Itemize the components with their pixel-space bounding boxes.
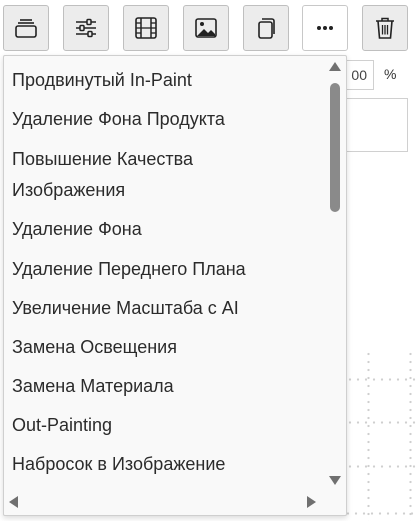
- image-icon: [195, 18, 217, 38]
- menu-item-ai-upscale[interactable]: Увеличение Масштаба с AI: [12, 293, 322, 324]
- menu-item-enhance-quality-line2[interactable]: Изображения: [12, 175, 322, 206]
- menu-item-advanced-inpaint[interactable]: Продвинутый In-Paint: [12, 65, 322, 96]
- copy-icon: [258, 18, 275, 39]
- canvas-grid-line: [409, 350, 412, 521]
- scroll-left-arrow-icon[interactable]: [9, 496, 18, 508]
- scroll-down-arrow-icon[interactable]: [329, 476, 341, 485]
- canvas-grid-line: [367, 350, 370, 521]
- menu-item-remove-foreground[interactable]: Удаление Переднего Плана: [12, 254, 322, 285]
- menu-item-remove-product-background[interactable]: Удаление Фона Продукта: [12, 104, 322, 135]
- menu-item-replace-material[interactable]: Замена Материала: [12, 371, 322, 402]
- film-icon: [135, 17, 157, 39]
- percent-unit: %: [384, 66, 397, 82]
- menu-item-out-painting[interactable]: Out-Painting: [12, 410, 322, 441]
- scroll-up-arrow-icon[interactable]: [329, 62, 341, 71]
- vertical-scroll-thumb[interactable]: [330, 83, 340, 212]
- duplicate-button[interactable]: [243, 5, 289, 51]
- toolbar: [0, 0, 417, 56]
- layers-icon: [15, 19, 37, 38]
- scroll-right-arrow-icon[interactable]: [307, 496, 316, 508]
- image-button[interactable]: [183, 5, 229, 51]
- more-actions-menu: Продвинутый In-Paint Удаление Фона Проду…: [3, 55, 347, 516]
- menu-item-relight[interactable]: Замена Освещения: [12, 332, 322, 363]
- menu-item-sketch-to-image[interactable]: Набросок в Изображение: [12, 449, 322, 480]
- menu-item-remove-background[interactable]: Удаление Фона: [12, 214, 322, 245]
- text-area[interactable]: [340, 98, 408, 152]
- layers-button[interactable]: [3, 5, 49, 51]
- horizontal-scrollbar[interactable]: [24, 499, 302, 505]
- more-button[interactable]: [302, 5, 348, 51]
- more-icon: [317, 26, 333, 30]
- trash-icon: [376, 17, 394, 39]
- menu-item-enhance-quality[interactable]: Повышение Качества: [12, 144, 322, 175]
- sliders-icon: [76, 18, 96, 38]
- video-button[interactable]: [123, 5, 169, 51]
- delete-button[interactable]: [362, 5, 408, 51]
- adjustments-button[interactable]: [63, 5, 109, 51]
